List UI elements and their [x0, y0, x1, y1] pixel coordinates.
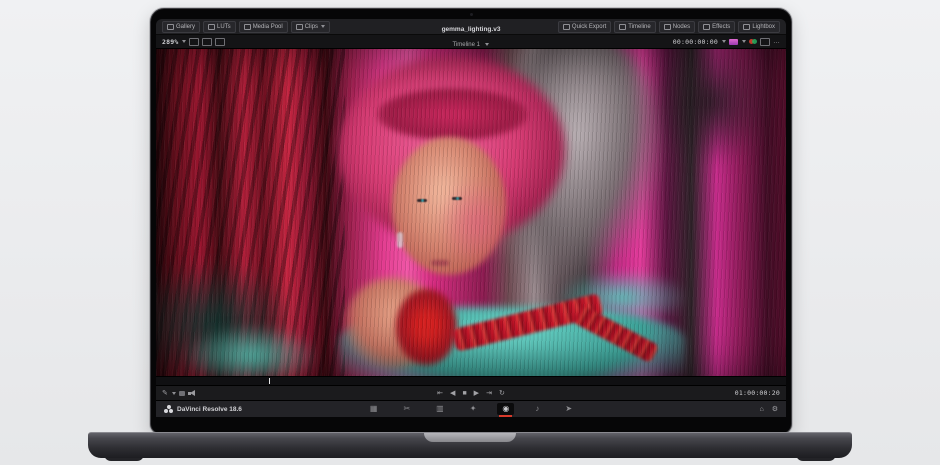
settings-gear-icon[interactable]: ⚙	[772, 406, 778, 413]
clips-icon	[296, 24, 303, 30]
davinci-logo-icon	[164, 405, 173, 414]
viewer-zoom-value[interactable]: 289%	[162, 38, 178, 46]
image-wipe-icon[interactable]	[189, 38, 199, 46]
lightbox-icon	[743, 24, 750, 30]
viewer-timecode: 00:00:00:00	[673, 38, 718, 46]
chevron-down-icon[interactable]	[182, 40, 186, 43]
playhead-timecode: 01:00:00:20	[735, 389, 780, 397]
home-icon[interactable]: ⌂	[759, 406, 763, 413]
effects-icon	[703, 24, 710, 30]
mini-timeline[interactable]	[156, 376, 786, 385]
more-options-icon[interactable]: …	[773, 38, 780, 45]
effects-button[interactable]: Effects	[698, 21, 735, 33]
playhead[interactable]	[269, 378, 270, 384]
lid-notch	[424, 433, 516, 442]
viewer-right-group: 00:00:00:00 …	[673, 38, 780, 46]
page-edit-button[interactable]: ▥	[431, 403, 449, 415]
split-screen-icon[interactable]	[202, 38, 212, 46]
draw-tool-icon[interactable]: ✎	[162, 390, 168, 397]
luts-icon	[208, 24, 215, 30]
media-pool-button[interactable]: Media Pool	[239, 21, 288, 33]
chevron-down-icon[interactable]	[485, 43, 489, 46]
last-frame-button[interactable]: ⇥	[486, 390, 492, 397]
clips-button[interactable]: Clips	[291, 21, 330, 33]
nodes-button[interactable]: Nodes	[659, 21, 695, 33]
camera-icon	[470, 13, 473, 16]
project-title: gemma_lighting.v3	[442, 26, 501, 33]
page-switcher: ▦ ✂ ▥ ✦ ◉ ♪ ➤	[156, 403, 786, 415]
media-pool-icon	[244, 24, 251, 30]
macbook-pro-scene: Gallery LUTs Media Pool Clips gemma_ligh…	[0, 0, 940, 465]
clip-monitor-icon[interactable]	[729, 39, 738, 45]
nodes-icon	[664, 24, 671, 30]
expand-viewer-icon[interactable]	[760, 38, 770, 46]
stop-button[interactable]: ■	[462, 390, 466, 397]
viewer-zoom-group: 289%	[162, 38, 225, 46]
gallery-icon	[167, 24, 174, 30]
gallery-button[interactable]: Gallery	[162, 21, 200, 33]
speaker-icon[interactable]	[188, 390, 196, 397]
app-version-label: DaVinci Resolve 18.6	[177, 406, 242, 413]
first-frame-button[interactable]: ⇤	[437, 390, 443, 397]
laptop-screen: Gallery LUTs Media Pool Clips gemma_ligh…	[150, 8, 792, 434]
laptop-base	[88, 432, 852, 458]
marker-icon[interactable]	[179, 391, 185, 396]
page-cut-button[interactable]: ✂	[398, 403, 415, 415]
viewer-image-vignette	[156, 49, 786, 376]
viewer-toolbar: 289% Timeline 1 00:00:00:00	[156, 35, 786, 49]
brand: DaVinci Resolve 18.6	[164, 405, 242, 414]
page-deliver-button[interactable]: ➤	[560, 403, 577, 415]
chevron-down-icon[interactable]	[722, 40, 726, 43]
luts-button[interactable]: LUTs	[203, 21, 236, 33]
page-color-button[interactable]: ◉	[497, 403, 514, 415]
toolbar-left-group: Gallery LUTs Media Pool Clips	[162, 21, 330, 33]
top-toolbar: Gallery LUTs Media Pool Clips gemma_ligh…	[156, 19, 786, 35]
play-reverse-button[interactable]: ◀	[450, 390, 455, 397]
system-group: ⌂ ⚙	[759, 406, 778, 413]
toolbar-right-group: Quick Export Timeline Nodes Effects Ligh…	[558, 21, 780, 33]
davinci-resolve-window: Gallery LUTs Media Pool Clips gemma_ligh…	[156, 19, 786, 417]
timeline-selector[interactable]: Timeline 1	[453, 42, 480, 48]
play-forward-button[interactable]: ▶	[474, 390, 479, 397]
chevron-down-icon	[321, 25, 325, 28]
timeline-icon	[619, 24, 626, 30]
page-bar: DaVinci Resolve 18.6 ▦ ✂ ▥ ✦ ◉ ♪ ➤ ⌂ ⚙	[156, 400, 786, 417]
quick-export-icon	[563, 24, 570, 30]
highlight-icon[interactable]	[215, 38, 225, 46]
timeline-view-button[interactable]: Timeline	[614, 21, 655, 33]
page-fairlight-button[interactable]: ♪	[530, 403, 544, 415]
transport-bar: ✎ ⇤ ◀ ■ ▶ ⇥ ↻ 01:00:00:20	[156, 385, 786, 400]
viewer-tools-group: ✎	[162, 390, 196, 397]
color-gamut-icon[interactable]	[749, 39, 757, 45]
chevron-down-icon[interactable]	[172, 392, 176, 395]
loop-button[interactable]: ↻	[499, 390, 505, 397]
page-fusion-button[interactable]: ✦	[465, 403, 482, 415]
lightbox-button[interactable]: Lightbox	[738, 21, 780, 33]
color-viewer[interactable]	[156, 49, 786, 376]
quick-export-button[interactable]: Quick Export	[558, 21, 611, 33]
page-media-button[interactable]: ▦	[365, 403, 383, 415]
chevron-down-icon[interactable]	[742, 40, 746, 43]
